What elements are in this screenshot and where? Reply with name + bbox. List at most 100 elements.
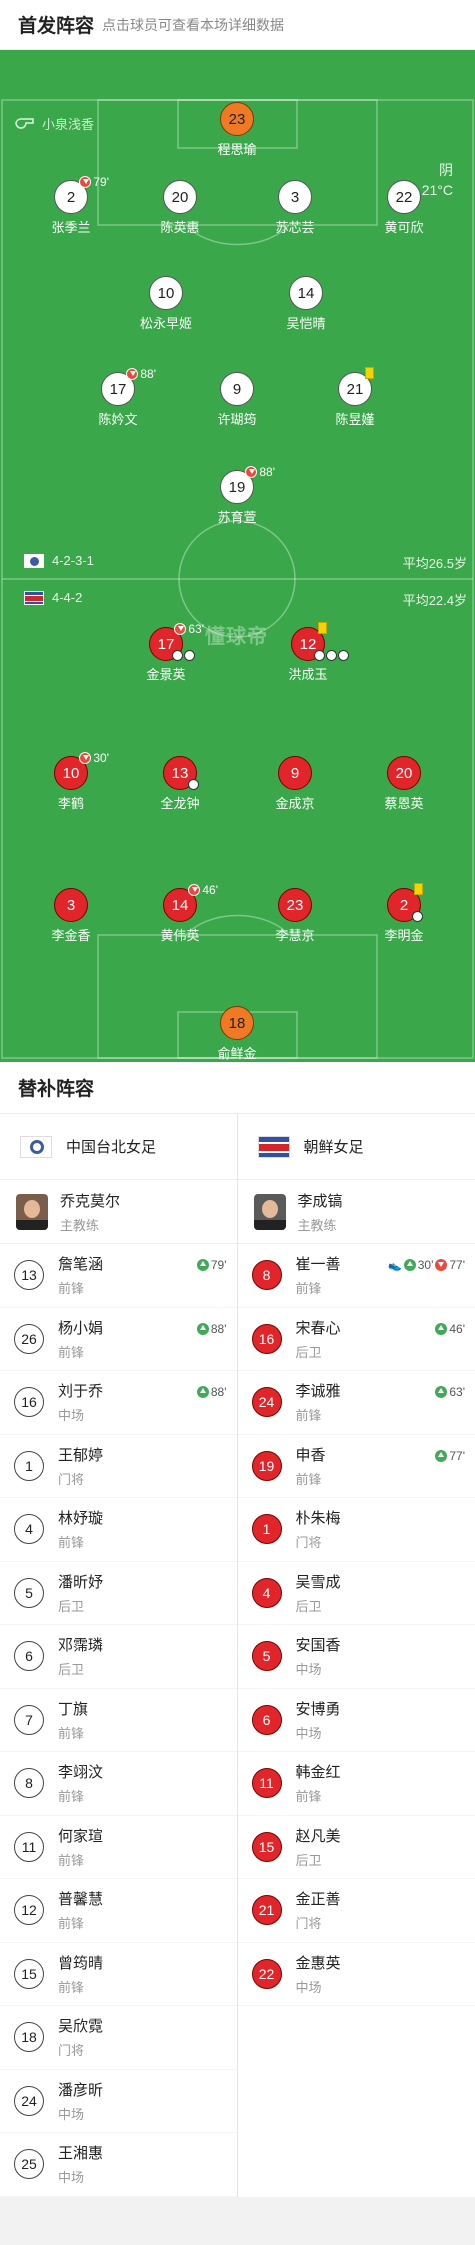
player-number: 13	[14, 1260, 44, 1290]
sub-player-row[interactable]: 4吴雪成后卫	[238, 1562, 475, 1626]
away-player[interactable]: 10 30' 李鹤	[16, 756, 126, 812]
sub-player-row[interactable]: 15赵凡美后卫	[238, 1816, 475, 1880]
player-number: 20	[387, 756, 421, 790]
sub-player-row[interactable]: 26杨小娟前锋88'	[0, 1308, 237, 1372]
away-player[interactable]: 3 李金香	[16, 888, 126, 944]
player-position: 前锋	[58, 1786, 103, 1805]
sub-out-minute: 77'	[449, 1258, 465, 1272]
home-player[interactable]: 20 陈英惠	[125, 180, 235, 236]
sub-in-icon	[435, 1386, 447, 1398]
home-player[interactable]: 14 吴恺晴	[251, 276, 361, 332]
sub-player-row[interactable]: 13詹笔涵前锋79'	[0, 1244, 237, 1308]
sub-player-row[interactable]: 1朴朱梅门将	[238, 1498, 475, 1562]
player-position: 后卫	[296, 1342, 341, 1361]
player-name: 李明金	[349, 925, 459, 944]
sub-player-row[interactable]: 5潘昕妤后卫	[0, 1562, 237, 1626]
player-position: 前锋	[296, 1405, 341, 1424]
sub-player-row[interactable]: 19申香前锋77'	[238, 1435, 475, 1499]
player-number: 20	[163, 180, 197, 214]
sub-player-row[interactable]: 22金惠英中场	[238, 1943, 475, 2007]
sub-player-row[interactable]: 8李翊汶前锋	[0, 1752, 237, 1816]
away-player[interactable]: 13 全龙钟	[125, 756, 235, 812]
player-name: 张季兰	[16, 217, 126, 236]
sub-player-row[interactable]: 25王湘惠中场	[0, 2133, 237, 2197]
player-name: 许瑚筠	[182, 409, 292, 428]
player-number: 14 46'	[163, 888, 197, 922]
player-position: 中场	[58, 2167, 103, 2186]
home-player[interactable]: 17 88' 陈妗文	[63, 372, 173, 428]
sub-player-row[interactable]: 1王郁婷门将	[0, 1435, 237, 1499]
player-number: 15	[14, 1959, 44, 1989]
coach-name: 李成镐	[298, 1190, 343, 1211]
player-number: 12	[14, 1895, 44, 1925]
sub-player-row[interactable]: 16刘于乔中场88'	[0, 1371, 237, 1435]
sub-player-row[interactable]: 7丁旗前锋	[0, 1689, 237, 1753]
away-player[interactable]: 12 洪成玉	[253, 627, 363, 683]
team-row[interactable]: 中国台北女足	[0, 1114, 237, 1180]
home-player[interactable]: 9 许瑚筠	[182, 372, 292, 428]
away-player[interactable]: 18 俞鲜金	[182, 1006, 292, 1062]
sub-player-row[interactable]: 16宋春心后卫46'	[238, 1308, 475, 1372]
sub-player-row[interactable]: 4林妤璇前锋	[0, 1498, 237, 1562]
sub-player-row[interactable]: 11韩金红前锋	[238, 1752, 475, 1816]
sub-player-row[interactable]: 8崔一善前锋👟30'77'	[238, 1244, 475, 1308]
taipei-flag-icon	[20, 1136, 52, 1158]
sub-out-icon	[79, 176, 91, 188]
coach-role: 主教练	[298, 1215, 343, 1234]
player-number: 15	[252, 1832, 282, 1862]
sub-player-row[interactable]: 5安国香中场	[238, 1625, 475, 1689]
player-position: 前锋	[296, 1786, 341, 1805]
player-position: 中场	[296, 1659, 341, 1678]
player-position: 前锋	[58, 1532, 103, 1551]
home-formation: 4-2-3-1	[24, 553, 94, 568]
player-number: 16	[252, 1324, 282, 1354]
sub-out-badge: 88'	[245, 465, 275, 479]
player-number: 19	[252, 1451, 282, 1481]
away-player[interactable]: 20 蔡恩英	[349, 756, 459, 812]
home-player[interactable]: 2 79' 张季兰	[16, 180, 126, 236]
home-player[interactable]: 3 苏芯芸	[240, 180, 350, 236]
sub-player-row[interactable]: 15曾筠晴前锋	[0, 1943, 237, 2007]
subs-header: 替补阵容	[0, 1062, 475, 1114]
sub-player-row[interactable]: 11何家瑄前锋	[0, 1816, 237, 1880]
away-player[interactable]: 14 46' 黄伟英	[125, 888, 235, 944]
home-player[interactable]: 21 陈昱嫤	[300, 372, 410, 428]
sub-player-row[interactable]: 12普馨慧前锋	[0, 1879, 237, 1943]
sub-out-icon	[79, 752, 91, 764]
sub-player-row[interactable]: 18吴欣霓门将	[0, 2006, 237, 2070]
player-number: 4	[14, 1514, 44, 1544]
sub-in-icon	[404, 1259, 416, 1271]
team-row[interactable]: 朝鲜女足	[238, 1114, 475, 1180]
player-number: 1	[252, 1514, 282, 1544]
player-position: 后卫	[296, 1596, 341, 1615]
player-name: 宋春心	[296, 1317, 341, 1338]
player-position: 后卫	[58, 1596, 103, 1615]
home-player[interactable]: 22 黄可欣	[349, 180, 459, 236]
home-player[interactable]: 10 松永早姬	[111, 276, 221, 332]
away-player[interactable]: 23 李慧京	[240, 888, 350, 944]
player-number: 10 30'	[54, 756, 88, 790]
player-name: 何家瑄	[58, 1825, 103, 1846]
sub-player-row[interactable]: 24潘彦昕中场	[0, 2070, 237, 2134]
sub-in-icon	[197, 1386, 209, 1398]
away-player[interactable]: 9 金成京	[240, 756, 350, 812]
sub-player-row[interactable]: 6邓霈璘后卫	[0, 1625, 237, 1689]
sub-player-row[interactable]: 24李诚雅前锋63'	[238, 1371, 475, 1435]
coach-row[interactable]: 李成镐 主教练	[238, 1180, 475, 1244]
player-number: 18	[14, 2022, 44, 2052]
player-name: 杨小娟	[58, 1317, 103, 1338]
home-player[interactable]: 19 88' 苏育萱	[182, 470, 292, 526]
away-player[interactable]: 17 63' 金景英	[111, 627, 221, 683]
weather-condition: 阴	[422, 160, 453, 180]
sub-player-row[interactable]: 6安博勇中场	[238, 1689, 475, 1753]
sub-player-row[interactable]: 21金正善门将	[238, 1879, 475, 1943]
away-player[interactable]: 2 李明金	[349, 888, 459, 944]
player-number: 4	[252, 1578, 282, 1608]
subs-panel: 中国台北女足 乔克莫尔 主教练 13詹笔涵前锋79'26杨小娟前锋88'16刘于…	[0, 1114, 475, 2197]
home-player[interactable]: 23 程思瑜	[182, 102, 292, 158]
whistle-icon	[14, 117, 34, 130]
player-number: 5	[14, 1578, 44, 1608]
coach-row[interactable]: 乔克莫尔 主教练	[0, 1180, 237, 1244]
player-name: 金惠英	[296, 1952, 341, 1973]
formation-text: 4-2-3-1	[52, 553, 94, 568]
